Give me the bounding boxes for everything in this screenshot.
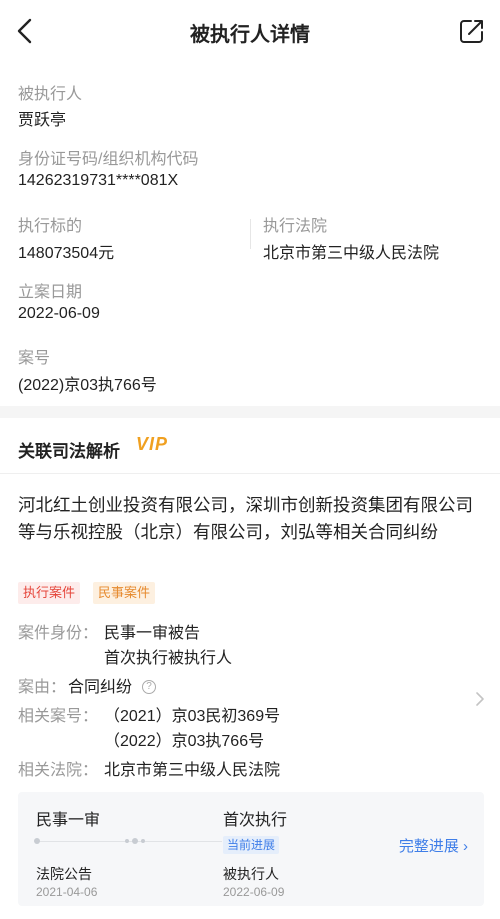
related-case-1: （2021）京03民初369号 xyxy=(104,708,281,725)
identity-label: 案件身份： xyxy=(18,625,99,642)
nav-bar: 被执行人详情 xyxy=(0,0,500,62)
case-number-label: 案号 xyxy=(18,350,51,367)
case-title[interactable]: 河北红土创业投资有限公司，深圳市创新投资集团有限公司等与乐视控股（北京）有限公司… xyxy=(18,492,486,546)
amount-label: 执行标的 xyxy=(18,218,83,235)
person-name: 贾跃亭 xyxy=(18,112,67,129)
event-court-notice: 法院公告 xyxy=(36,866,92,882)
related-cases-label: 相关案号： xyxy=(18,708,99,725)
full-progress-link[interactable]: 完整进展 › xyxy=(399,835,468,856)
vip-badge: VIP xyxy=(136,434,169,454)
stage-first-execution: 首次执行 xyxy=(223,812,288,829)
cause-value: 合同纠纷 xyxy=(68,679,133,696)
stage-civil-first-instance: 民事一审 xyxy=(36,812,101,829)
executee-info-card: 被执行人 贾跃亭 身份证号码/组织机构代码 14262319731****081… xyxy=(0,62,500,406)
section-divider xyxy=(0,473,500,474)
related-court-label: 相关法院： xyxy=(18,762,99,779)
id-label: 身份证号码/组织机构代码 xyxy=(18,151,199,168)
progress-dot xyxy=(132,838,138,844)
tag-civil-case: 民事案件 xyxy=(93,582,156,604)
event-executee: 被执行人 xyxy=(223,866,279,882)
chevron-right-icon[interactable] xyxy=(474,690,486,708)
court-label: 执行法院 xyxy=(263,218,328,235)
filing-date-value: 2022-06-09 xyxy=(18,305,100,322)
progress-line xyxy=(36,841,222,842)
amount-value: 148073504元 xyxy=(18,245,115,262)
person-label: 被执行人 xyxy=(18,86,83,103)
progress-dot xyxy=(125,839,129,843)
event-date-1: 2021-04-06 xyxy=(36,885,98,899)
current-progress-badge: 当前进展 xyxy=(223,836,280,854)
related-case-2: （2022）京03执766号 xyxy=(104,733,265,750)
progress-dot xyxy=(141,839,145,843)
section-title: 关联司法解析 xyxy=(18,442,120,461)
judicial-analysis-card: 关联司法解析 VIP 河北红土创业投资有限公司，深圳市创新投资集团有限公司等与乐… xyxy=(0,418,500,919)
case-progress-panel: 民事一审 首次执行 当前进展 完整进展 › 法院公告 2021-04-06 被执… xyxy=(18,792,484,906)
id-value: 14262319731****081X xyxy=(18,172,179,189)
column-divider xyxy=(250,219,251,249)
case-number-value: (2022)京03执766号 xyxy=(18,377,157,394)
tag-execution-case: 执行案件 xyxy=(18,582,81,604)
related-court-value: 北京市第三中级人民法院 xyxy=(104,762,281,779)
share-icon[interactable] xyxy=(458,17,486,45)
filing-date-label: 立案日期 xyxy=(18,284,83,301)
progress-dot xyxy=(34,838,40,844)
page-title: 被执行人详情 xyxy=(190,24,310,46)
identity-value-2: 首次执行被执行人 xyxy=(104,650,233,667)
cause-label: 案由： xyxy=(18,679,67,696)
event-date-2: 2022-06-09 xyxy=(223,885,285,899)
help-icon[interactable]: ? xyxy=(142,680,156,694)
identity-value-1: 民事一审被告 xyxy=(104,625,201,642)
court-value: 北京市第三中级人民法院 xyxy=(263,245,440,262)
